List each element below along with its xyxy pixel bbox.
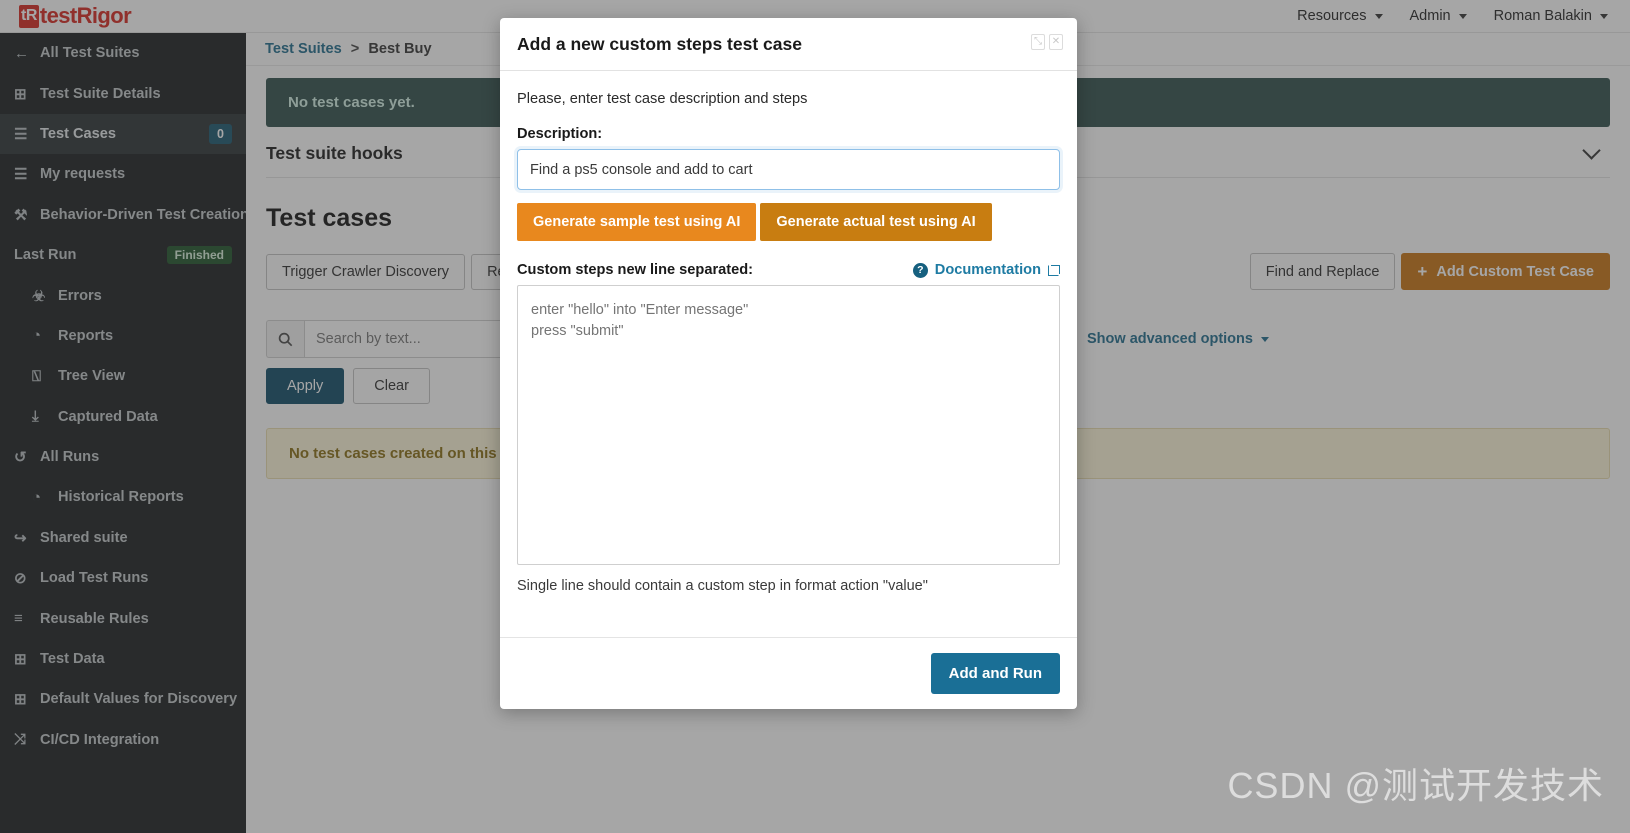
modal-window-controls: ⤡ ✕ [1031, 34, 1063, 50]
watermark: CSDN @测试开发技术 [1227, 757, 1604, 809]
custom-steps-textarea[interactable] [517, 285, 1060, 565]
close-icon[interactable]: ✕ [1049, 34, 1063, 50]
description-input[interactable] [517, 149, 1060, 190]
add-and-run-button[interactable]: Add and Run [931, 653, 1060, 694]
custom-steps-label: Custom steps new line separated: [517, 262, 753, 278]
documentation-link[interactable]: ? Documentation [913, 262, 1060, 278]
description-label: Description: [517, 126, 1060, 142]
modal-title: Add a new custom steps test case [517, 34, 802, 55]
add-custom-test-case-modal: Add a new custom steps test case ⤡ ✕ Ple… [500, 18, 1077, 709]
generate-sample-test-button[interactable]: Generate sample test using AI [517, 203, 756, 241]
documentation-label: Documentation [935, 262, 1041, 278]
app-root: tR testRigor Resources Admin Roman Balak… [0, 0, 1630, 833]
modal-subtitle: Please, enter test case description and … [517, 91, 1060, 107]
generate-actual-test-button[interactable]: Generate actual test using AI [760, 203, 991, 241]
ai-generate-buttons: Generate sample test using AI Generate a… [517, 203, 1060, 241]
external-link-icon [1048, 264, 1060, 276]
modal-header: Add a new custom steps test case ⤡ ✕ [500, 18, 1077, 71]
custom-steps-header: Custom steps new line separated: ? Docum… [517, 262, 1060, 278]
modal-footer: Add and Run [500, 637, 1077, 709]
custom-steps-hint: Single line should contain a custom step… [517, 578, 1060, 594]
maximize-icon[interactable]: ⤡ [1031, 34, 1045, 50]
help-icon: ? [913, 263, 928, 278]
modal-body: Please, enter test case description and … [500, 71, 1077, 612]
